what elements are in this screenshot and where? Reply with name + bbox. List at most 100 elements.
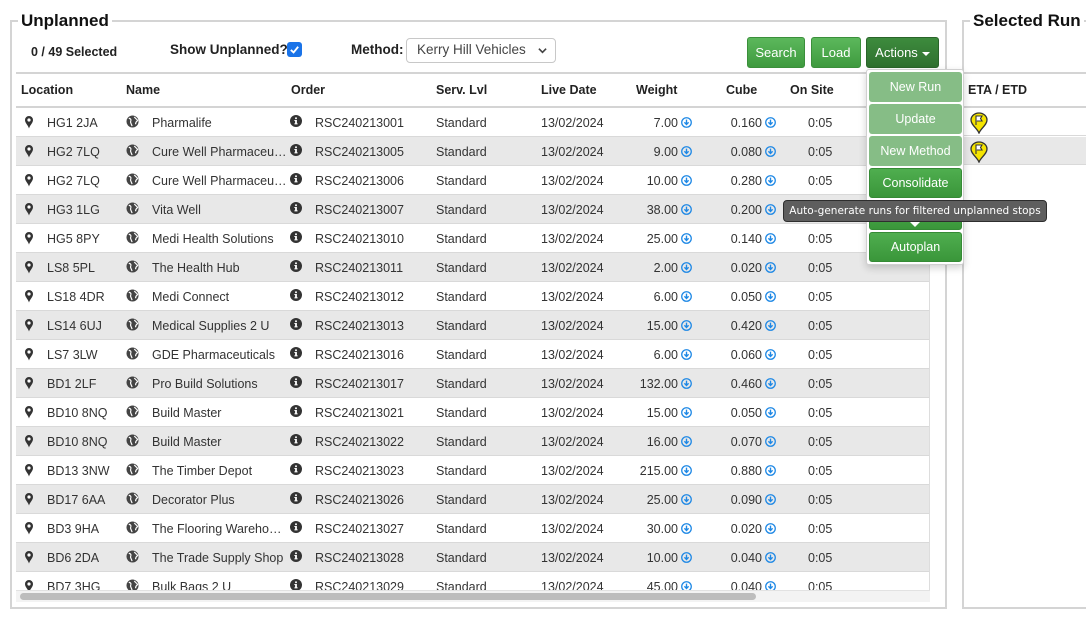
menu-item-update[interactable]: Update bbox=[869, 104, 962, 134]
column-header-eta-etd[interactable]: ETA / ETD bbox=[968, 83, 1027, 97]
info-icon[interactable] bbox=[290, 231, 302, 243]
table-row[interactable]: LS14 6UJ Medical Supplies 2 U RSC240213013… bbox=[16, 311, 929, 340]
download-icon[interactable] bbox=[765, 465, 776, 476]
info-icon[interactable] bbox=[290, 115, 302, 127]
table-row[interactable]: BD13 3NW The Timber Depot RSC240213023 Stan… bbox=[16, 456, 929, 485]
info-icon[interactable] bbox=[290, 347, 302, 359]
menu-item-new-method[interactable]: New Method bbox=[869, 136, 962, 166]
map-pin-icon[interactable] bbox=[24, 434, 34, 448]
table-row[interactable]: HG2 7LQ Cure Well Pharmaceut… RSC240213006… bbox=[16, 166, 929, 195]
globe-icon[interactable] bbox=[126, 492, 139, 505]
scrollbar-thumb[interactable] bbox=[20, 593, 756, 600]
download-icon[interactable] bbox=[681, 436, 692, 447]
info-icon[interactable] bbox=[290, 550, 302, 562]
download-icon[interactable] bbox=[681, 291, 692, 302]
map-pin-icon[interactable] bbox=[24, 202, 34, 216]
selected-run-row[interactable] bbox=[964, 108, 1086, 136]
table-row[interactable]: BD17 6AA Decorator Plus RSC240213026 Standa… bbox=[16, 485, 929, 514]
download-icon[interactable] bbox=[765, 436, 776, 447]
column-header-name[interactable]: Name bbox=[126, 83, 160, 97]
info-icon[interactable] bbox=[290, 434, 302, 446]
map-pin-icon[interactable] bbox=[24, 144, 34, 158]
map-pin-icon[interactable] bbox=[24, 492, 34, 506]
table-row[interactable]: LS18 4DR Medi Connect RSC240213012 Standard… bbox=[16, 282, 929, 311]
download-icon[interactable] bbox=[681, 117, 692, 128]
globe-icon[interactable] bbox=[126, 347, 139, 360]
table-row[interactable]: BD6 2DA The Trade Supply Shop RSC240213028… bbox=[16, 543, 929, 572]
info-icon[interactable] bbox=[290, 405, 302, 417]
menu-item-autoplan[interactable]: Autoplan bbox=[869, 232, 962, 262]
globe-icon[interactable] bbox=[126, 376, 139, 389]
column-header-location[interactable]: Location bbox=[21, 83, 73, 97]
method-select[interactable]: Kerry Hill Vehicles bbox=[406, 38, 556, 63]
download-icon[interactable] bbox=[765, 117, 776, 128]
map-pin-icon[interactable] bbox=[24, 231, 34, 245]
download-icon[interactable] bbox=[765, 291, 776, 302]
download-icon[interactable] bbox=[765, 146, 776, 157]
globe-icon[interactable] bbox=[126, 463, 139, 476]
globe-icon[interactable] bbox=[126, 115, 139, 128]
download-icon[interactable] bbox=[681, 262, 692, 273]
menu-item-consolidate[interactable]: Consolidate bbox=[869, 168, 962, 198]
download-icon[interactable] bbox=[681, 552, 692, 563]
map-pin-icon[interactable] bbox=[24, 115, 34, 129]
info-icon[interactable] bbox=[290, 144, 302, 156]
download-icon[interactable] bbox=[765, 378, 776, 389]
download-icon[interactable] bbox=[765, 175, 776, 186]
column-header-serv-lvl[interactable]: Serv. Lvl bbox=[436, 83, 487, 97]
horizontal-scrollbar[interactable] bbox=[16, 590, 930, 602]
info-icon[interactable] bbox=[290, 463, 302, 475]
column-header-cube[interactable]: Cube bbox=[726, 83, 757, 97]
globe-icon[interactable] bbox=[126, 173, 139, 186]
map-pin-icon[interactable] bbox=[24, 347, 34, 361]
globe-icon[interactable] bbox=[126, 144, 139, 157]
download-icon[interactable] bbox=[681, 494, 692, 505]
selected-run-row[interactable] bbox=[964, 137, 1086, 165]
column-header-weight[interactable]: Weight bbox=[636, 83, 677, 97]
info-icon[interactable] bbox=[290, 173, 302, 185]
table-row[interactable]: BD10 8NQ Build Master RSC240213021 Standard… bbox=[16, 398, 929, 427]
download-icon[interactable] bbox=[681, 320, 692, 331]
download-icon[interactable] bbox=[765, 204, 776, 215]
download-icon[interactable] bbox=[681, 523, 692, 534]
map-pin-icon[interactable] bbox=[24, 289, 34, 303]
info-icon[interactable] bbox=[290, 492, 302, 504]
globe-icon[interactable] bbox=[126, 434, 139, 447]
table-row[interactable]: BD3 9HA The Flooring Warehouse RSC24021302… bbox=[16, 514, 929, 543]
info-icon[interactable] bbox=[290, 202, 302, 214]
table-row[interactable]: HG1 2JA Pharmalife RSC240213001 Standard 13/… bbox=[16, 108, 929, 137]
globe-icon[interactable] bbox=[126, 289, 139, 302]
column-header-on-site[interactable]: On Site bbox=[790, 83, 834, 97]
map-pin-icon[interactable] bbox=[24, 376, 34, 390]
show-unplanned-checkbox[interactable] bbox=[287, 42, 302, 57]
globe-icon[interactable] bbox=[126, 405, 139, 418]
info-icon[interactable] bbox=[290, 376, 302, 388]
map-pin-icon[interactable] bbox=[24, 260, 34, 274]
search-button[interactable]: Search bbox=[747, 37, 805, 68]
table-row[interactable]: BD10 8NQ Build Master RSC240213022 Standard… bbox=[16, 427, 929, 456]
download-icon[interactable] bbox=[765, 262, 776, 273]
info-icon[interactable] bbox=[290, 521, 302, 533]
map-pin-icon[interactable] bbox=[24, 550, 34, 564]
table-row[interactable]: LS8 5PL The Health Hub RSC240213011 Standar… bbox=[16, 253, 929, 282]
map-pin-icon[interactable] bbox=[24, 463, 34, 477]
download-icon[interactable] bbox=[681, 407, 692, 418]
globe-icon[interactable] bbox=[126, 521, 139, 534]
download-icon[interactable] bbox=[765, 233, 776, 244]
globe-icon[interactable] bbox=[126, 231, 139, 244]
map-pin-icon[interactable] bbox=[24, 173, 34, 187]
download-icon[interactable] bbox=[681, 378, 692, 389]
info-icon[interactable] bbox=[290, 318, 302, 330]
globe-icon[interactable] bbox=[126, 318, 139, 331]
globe-icon[interactable] bbox=[126, 550, 139, 563]
info-icon[interactable] bbox=[290, 289, 302, 301]
download-icon[interactable] bbox=[681, 204, 692, 215]
table-row[interactable]: HG2 7LQ Cure Well Pharmaceut… RSC240213005… bbox=[16, 137, 929, 166]
map-pin-icon[interactable] bbox=[24, 318, 34, 332]
map-pin-icon[interactable] bbox=[24, 521, 34, 535]
column-header-live-date[interactable]: Live Date bbox=[541, 83, 597, 97]
globe-icon[interactable] bbox=[126, 202, 139, 215]
download-icon[interactable] bbox=[681, 465, 692, 476]
download-icon[interactable] bbox=[765, 552, 776, 563]
download-icon[interactable] bbox=[681, 349, 692, 360]
